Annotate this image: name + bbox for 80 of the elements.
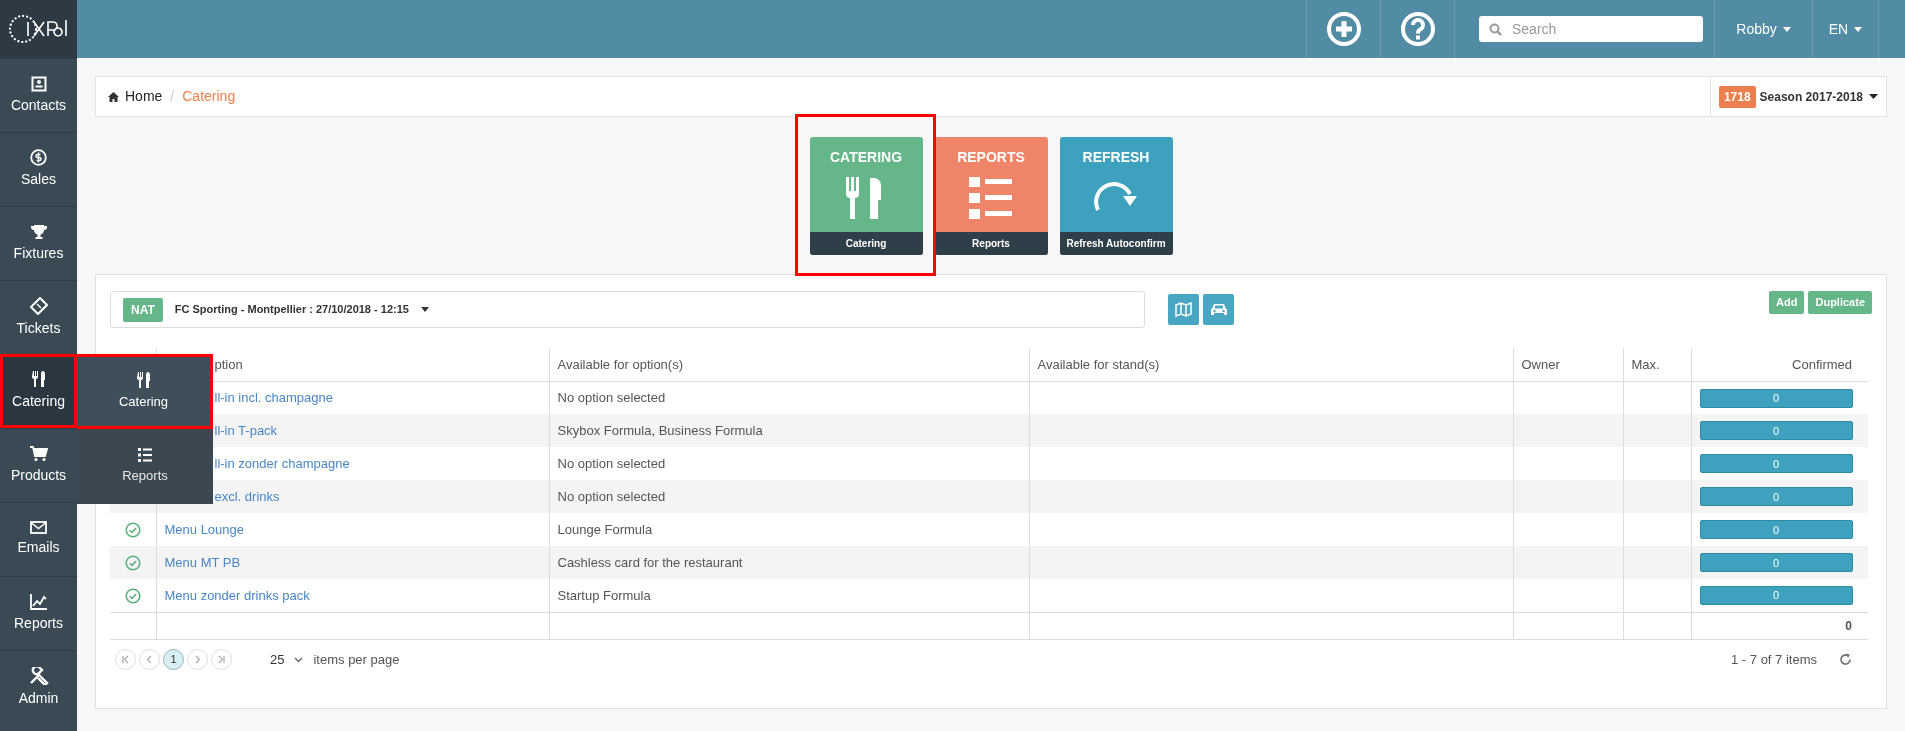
contact-card-icon <box>30 75 47 92</box>
tile-title: REPORTS <box>957 147 1025 167</box>
first-page-icon <box>121 655 130 664</box>
page-button[interactable]: 1 <box>163 649 184 670</box>
season-dropdown[interactable]: Season 2017-2018 <box>1759 87 1878 106</box>
table-cell: Lounge Formula <box>557 521 653 537</box>
table-cell: No option selected <box>557 488 666 504</box>
user-menu[interactable]: Robby <box>1714 0 1812 58</box>
ticket-icon <box>29 296 48 315</box>
cart-icon <box>29 445 48 462</box>
tile-caption: Catering <box>809 231 923 255</box>
caret-icon <box>1869 94 1878 99</box>
home-icon <box>108 91 119 102</box>
caret-icon <box>420 307 429 312</box>
description-link[interactable]: ll-in T-pack <box>214 422 278 438</box>
sidebar-item[interactable]: Catering <box>0 354 77 428</box>
column-header[interactable]: ption <box>214 356 243 372</box>
line-chart-icon <box>30 593 47 610</box>
car-icon <box>1209 302 1228 317</box>
list-icon <box>137 447 153 464</box>
column-header[interactable]: Available for option(s) <box>557 356 683 372</box>
page-size-label: items per page <box>313 650 400 669</box>
check-circle-icon <box>124 588 141 605</box>
column-header[interactable]: Max. <box>1631 356 1660 372</box>
car-button[interactable] <box>1203 294 1234 325</box>
breadcrumb-link[interactable]: Home <box>108 86 163 107</box>
table-cell: No option selected <box>557 455 666 471</box>
breadcrumb-separator: / <box>170 87 175 106</box>
description-link[interactable]: Menu zonder drinks pack <box>164 587 310 603</box>
fixture-selector[interactable]: NAT FC Sporting - Montpellier : 27/10/2018 - 12:15 <box>110 291 1145 328</box>
check-circle-icon <box>124 522 141 539</box>
caret-icon <box>1782 26 1791 32</box>
refresh-icon[interactable] <box>1839 653 1852 666</box>
submenu-item[interactable]: Reports <box>77 429 213 504</box>
dollar-icon <box>30 149 47 166</box>
cutlery-icon <box>135 371 152 390</box>
column-header[interactable]: Confirmed <box>1792 356 1852 372</box>
tile-caption: Refresh Autoconfirm <box>1059 231 1173 255</box>
tile-caption: Reports <box>934 231 1048 255</box>
description-link[interactable]: excl. drinks <box>214 488 280 504</box>
language-menu[interactable]: EN <box>1812 0 1879 58</box>
tile-title: REFRESH <box>1082 147 1150 167</box>
pager-summary: 1 - 7 of 7 items <box>1731 650 1817 669</box>
check-circle-icon <box>124 555 141 572</box>
total-confirmed: 0 <box>1845 618 1852 633</box>
search-icon <box>1489 23 1502 36</box>
fixture-label: FC Sporting - Montpellier : 27/10/2018 - 12:15 <box>174 302 409 318</box>
envelope-icon <box>30 521 47 534</box>
page-size-select[interactable]: 25 <box>270 649 304 670</box>
column-header[interactable]: Owner <box>1521 356 1560 372</box>
previous-page-icon <box>145 655 154 664</box>
table-cell: No option selected <box>557 390 666 405</box>
cutlery-icon <box>30 370 47 388</box>
map-button[interactable] <box>1168 294 1199 325</box>
table-cell: Skybox Formula, Business Formula <box>557 422 763 438</box>
next-page-icon <box>193 655 202 664</box>
dashboard-tile[interactable]: REPORTS Reports <box>934 136 1048 255</box>
tools-icon <box>28 666 49 685</box>
add-icon[interactable] <box>1325 11 1362 47</box>
description-link[interactable]: Menu Lounge <box>164 521 244 537</box>
description-link[interactable]: ll-in zonder champagne <box>214 455 350 471</box>
description-link[interactable]: ll-in incl. champagne <box>214 390 333 405</box>
trophy-icon <box>29 223 48 240</box>
last-page-icon <box>217 655 226 664</box>
fixture-badge: NAT <box>123 297 163 322</box>
chevron-down-icon <box>294 656 304 663</box>
search-field[interactable]: Search <box>1479 16 1703 42</box>
logo-icon[interactable] <box>7 12 70 46</box>
map-icon <box>1175 302 1192 317</box>
caret-icon <box>1854 26 1863 32</box>
table-cell: Startup Formula <box>557 587 651 603</box>
table-cell: Cashless card for the restaurant <box>557 554 743 570</box>
submenu-item[interactable]: Catering <box>77 354 213 429</box>
tile-title: CATERING <box>829 147 903 167</box>
column-header[interactable]: Available for stand(s) <box>1037 356 1160 372</box>
dashboard-tile[interactable]: CATERING Catering <box>809 136 923 255</box>
season-badge: 1718 <box>1718 85 1756 108</box>
help-icon[interactable] <box>1399 11 1436 47</box>
dashboard-tile[interactable]: REFRESH Refresh Autoconfirm <box>1059 136 1173 255</box>
list-icon <box>969 175 1013 220</box>
